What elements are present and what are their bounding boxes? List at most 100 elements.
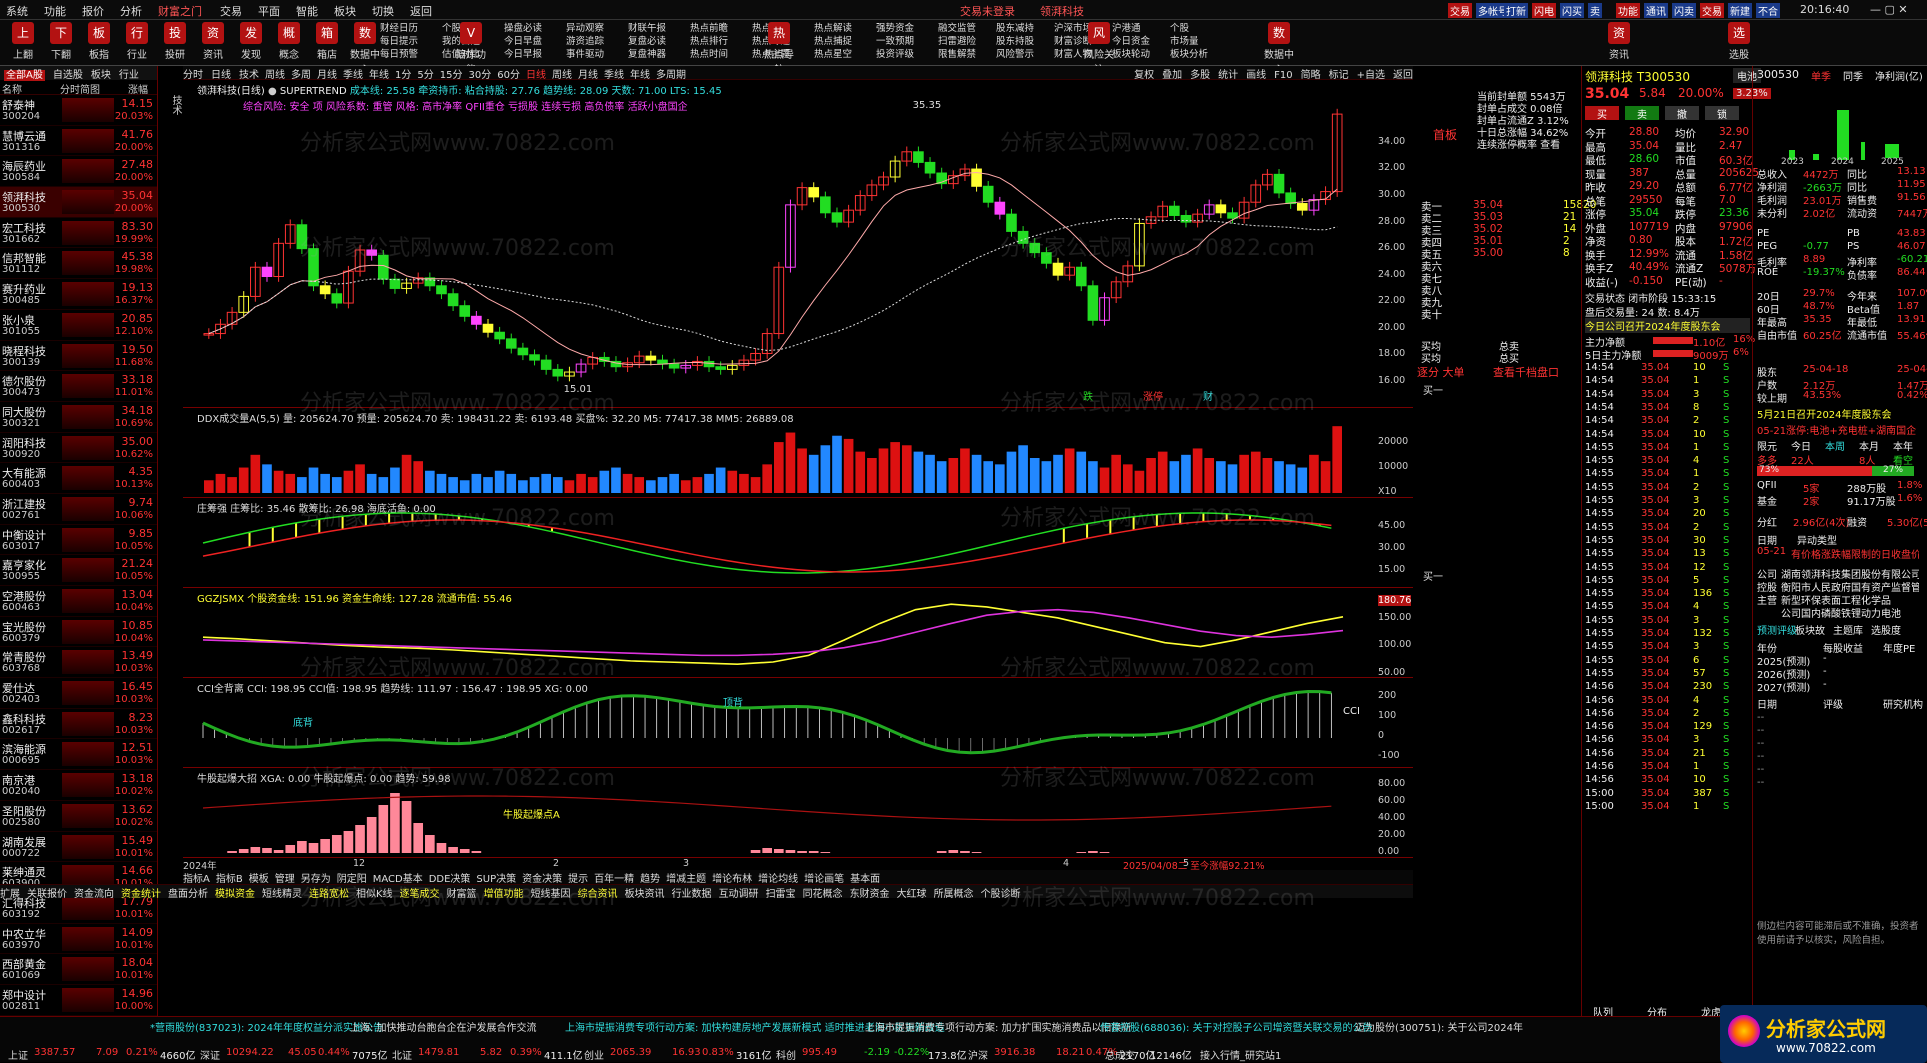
tool-8-button[interactable]: 箱箱店: [308, 22, 346, 61]
toolbar-link-4-1[interactable]: 复盘必读: [628, 35, 666, 48]
list-tab-3[interactable]: 行业: [119, 70, 139, 81]
list-item[interactable]: 常青股份 603768 13.49 10.03%: [0, 647, 157, 679]
kline-svg[interactable]: 15.01 35.35 跌 涨停 财: [183, 80, 1413, 408]
toolbar-link-9-1[interactable]: 扫雷避险: [938, 35, 976, 48]
func-tab-4[interactable]: 盘面分析: [168, 889, 208, 900]
tool-2-button[interactable]: 板板指: [80, 22, 118, 61]
chart-btn-5[interactable]: F10: [1274, 70, 1292, 81]
list-item[interactable]: 郑中设计 002811 14.96 10.00%: [0, 985, 157, 1016]
chart-btn-1[interactable]: 叠加: [1162, 70, 1182, 81]
toolbar-link-10-2[interactable]: 风险警示: [996, 48, 1034, 61]
menu-7[interactable]: 智能: [296, 3, 318, 19]
chart-btn-7[interactable]: 标记: [1329, 70, 1349, 81]
titlebar-btn-8[interactable]: 闪卖: [1672, 3, 1696, 18]
cci-svg[interactable]: 顶背底背 CCI: [183, 678, 1413, 768]
event-notice[interactable]: 今日公司召开2024年度股东会: [1585, 318, 1750, 333]
toolbar-link-3-1[interactable]: 游资追踪: [566, 35, 604, 48]
list-tab-1[interactable]: 自选股: [53, 70, 83, 81]
news-ticker-5[interactable]: 迈为股份(300751): 关于公司2024年: [1355, 1019, 1523, 1034]
menu-9[interactable]: 切换: [372, 3, 394, 19]
list-item[interactable]: 慧博云通 301316 41.76 20.00%: [0, 126, 157, 157]
rank-tab-3[interactable]: 本月: [1859, 438, 1879, 453]
tool-0-button[interactable]: 上上翻: [4, 22, 42, 61]
rank-tab-4[interactable]: 本年: [1893, 438, 1913, 453]
news-item-1[interactable]: 5月21日召开2024年度股东会: [1757, 406, 1892, 421]
news-ticker-1[interactable]: 上海: 加快推动台胞台企在沪发展合作交流: [350, 1019, 537, 1034]
titlebar-btn-6[interactable]: 功能: [1616, 3, 1640, 18]
list-item[interactable]: 舒泰神 300204 14.15 20.03%: [0, 95, 157, 126]
toolbar-link-2-2[interactable]: 今日早报: [504, 48, 542, 61]
list-item[interactable]: 中农立华 603970 14.09 10.01%: [0, 924, 157, 955]
toolbar-link-10-0[interactable]: 股东减持: [996, 22, 1034, 35]
news-ticker-0[interactable]: *营雨股份(837023): 2024年年度权益分派实施公告: [150, 1019, 383, 1034]
predict-tab-3[interactable]: 选股度: [1871, 622, 1901, 637]
titlebar-btn-7[interactable]: 通讯: [1644, 3, 1668, 18]
func-tab-16[interactable]: 互动调研: [719, 889, 759, 900]
func-tab-5[interactable]: 模拟资金: [215, 889, 255, 900]
func-tab-2[interactable]: 资金流向: [74, 889, 114, 900]
menu-1[interactable]: 功能: [44, 3, 66, 19]
func-tab-22[interactable]: 个股诊断: [981, 889, 1021, 900]
titlebar-btn-2[interactable]: 打新: [1504, 3, 1528, 18]
func-tab-1[interactable]: 关联报价: [27, 889, 67, 900]
titlebar-btn-0[interactable]: 交易: [1448, 3, 1472, 18]
func-tab-0[interactable]: 扩展: [0, 889, 20, 900]
toolbar-link-8-0[interactable]: 强势资金: [876, 22, 914, 35]
list-item[interactable]: 信邦智能 301112 45.38 19.98%: [0, 248, 157, 280]
list-item[interactable]: 宏工科技 301662 83.30 19.99%: [0, 218, 157, 249]
chart-btn-6[interactable]: 简略: [1301, 70, 1321, 81]
func-tab-18[interactable]: 同花概念: [803, 889, 843, 900]
menu-10[interactable]: 返回: [410, 3, 432, 19]
toolbar-link-0-1[interactable]: 每日提示: [380, 35, 418, 48]
depth-link[interactable]: 查看千档盘口: [1493, 364, 1559, 380]
list-item[interactable]: 圣阳股份 002580 13.62 10.02%: [0, 801, 157, 832]
menu-3[interactable]: 分析: [120, 3, 142, 19]
volume-svg[interactable]: [183, 408, 1413, 498]
news-ticker-3[interactable]: 上海市提振消费专项行动方案: 加力扩围实施消费品以旧换新: [865, 1019, 1132, 1034]
toolmid-4-button[interactable]: 选选股: [1720, 22, 1758, 61]
func-tab-11[interactable]: 增值功能: [484, 889, 524, 900]
chart-btn-4[interactable]: 画线: [1246, 70, 1266, 81]
toolbar-link-3-0[interactable]: 异动观察: [566, 22, 604, 35]
func-tab-21[interactable]: 所属概念: [934, 889, 974, 900]
index-3-0[interactable]: 创业: [584, 1047, 604, 1062]
trade-btn-1[interactable]: 卖: [1625, 106, 1659, 121]
index-4-0[interactable]: 科创: [776, 1047, 796, 1062]
toolbar-link-13-1[interactable]: 市场量: [1170, 35, 1208, 48]
predict-tab-0[interactable]: 预测评级: [1757, 622, 1797, 637]
toolbar-link-0-0[interactable]: 财经日历: [380, 22, 418, 35]
toolbar-link-9-2[interactable]: 限售解禁: [938, 48, 976, 61]
toolbar-link-5-0[interactable]: 热点前瞻: [690, 22, 728, 35]
func-tab-19[interactable]: 东财资金: [850, 889, 890, 900]
func-tab-7[interactable]: 连路宽松: [309, 889, 349, 900]
toolbar-link-5-2[interactable]: 热点时间: [690, 48, 728, 61]
list-item[interactable]: 中衡设计 603017 9.85 10.05%: [0, 525, 157, 556]
list-item[interactable]: 西部黄金 601069 18.04 10.01%: [0, 954, 157, 985]
list-head-1[interactable]: 分时简图: [60, 81, 100, 96]
tool-4-button[interactable]: 投投研: [156, 22, 194, 61]
func-tab-10[interactable]: 财富篮: [447, 889, 477, 900]
list-head-2[interactable]: 涨幅: [128, 81, 148, 96]
list-item[interactable]: 晓程科技 300139 19.50 11.68%: [0, 341, 157, 372]
func-tab-12[interactable]: 短线基因: [531, 889, 571, 900]
func-tab-3[interactable]: 资金统计: [121, 889, 161, 900]
risk-text[interactable]: 有价格涨跌幅限制的日收盘价格涨幅偏离值达到7%: [1791, 546, 1919, 561]
toolbar-link-13-2[interactable]: 板块分析: [1170, 48, 1208, 61]
tool-5-button[interactable]: 资资讯: [194, 22, 232, 61]
toolbar-link-4-2[interactable]: 复盘神器: [628, 48, 666, 61]
list-item[interactable]: 嘉亨家化 300955 21.24 10.05%: [0, 555, 157, 586]
toolbar-link-7-1[interactable]: 热点捕捉: [814, 35, 852, 48]
ggz-svg[interactable]: [183, 588, 1413, 678]
chart-btn-2[interactable]: 多股: [1190, 70, 1210, 81]
chart-btn-9[interactable]: 返回: [1393, 70, 1413, 81]
chart-btn-8[interactable]: +自选: [1357, 70, 1385, 81]
data-source[interactable]: 接入行情_研究站1: [1200, 1047, 1281, 1062]
login-status[interactable]: 交易未登录: [960, 3, 1015, 19]
func-tab-13[interactable]: 综合资讯: [578, 889, 618, 900]
index-2-0[interactable]: 北证: [392, 1047, 412, 1062]
list-tab-0[interactable]: 全部A股: [4, 70, 45, 81]
menu-2[interactable]: 报价: [82, 3, 104, 19]
list-item[interactable]: 空港股份 600463 13.04 10.04%: [0, 586, 157, 617]
tool-6-button[interactable]: 发发现: [232, 22, 270, 61]
func-tab-14[interactable]: 板块资讯: [625, 889, 665, 900]
